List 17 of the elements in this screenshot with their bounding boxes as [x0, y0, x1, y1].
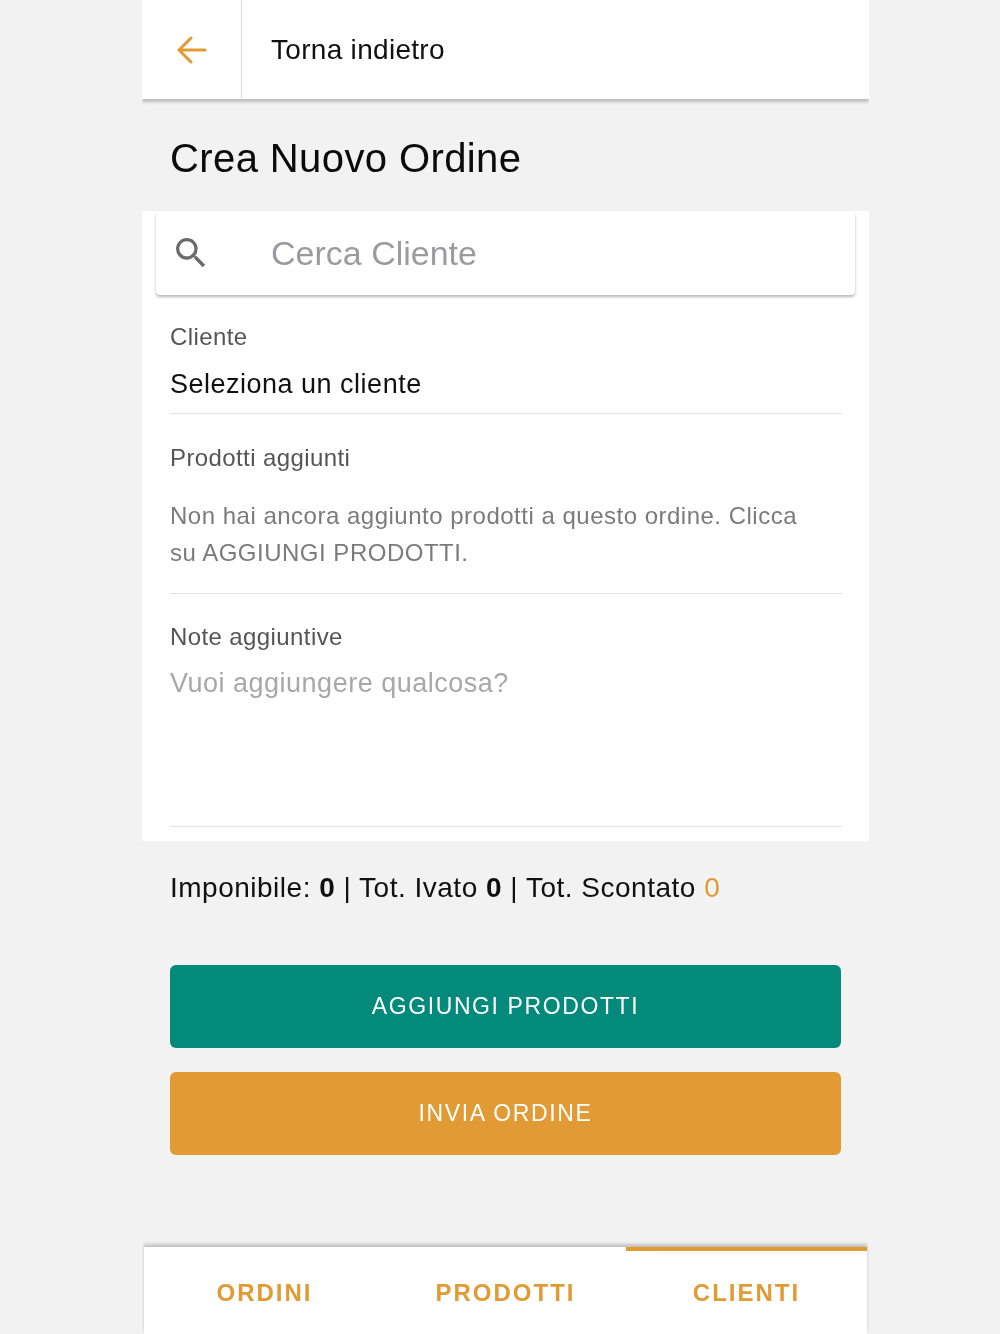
empty-products-message: Non hai ancora aggiunto prodotti a questo ordine. Clicca su AGGIUNGI PRODOTTI. — [170, 501, 799, 568]
back-label: Torna indietro — [271, 33, 445, 66]
search-icon — [176, 238, 206, 268]
action-button[interactable]: AGGIUNGI PRODOTTI — [170, 965, 841, 1048]
nav-tab[interactable]: CLIENTI — [626, 1247, 867, 1334]
products-label: Prodotti aggiunti — [170, 444, 351, 472]
action-button[interactable]: INVIA ORDINE — [170, 1072, 841, 1155]
back-arrow-icon — [176, 35, 207, 64]
nav-tab[interactable]: ORDINI — [144, 1247, 385, 1334]
client-label: Cliente — [170, 323, 248, 351]
totals-summary: Imponibile: 0 | Tot. Ivato 0 | Tot. Scontato 0 — [170, 873, 721, 903]
back-button[interactable] — [142, 0, 242, 99]
client-select[interactable]: Seleziona un cliente — [170, 369, 422, 399]
page-title: Crea Nuovo Ordine — [169, 135, 523, 182]
notes-label: Note aggiuntive — [170, 623, 343, 651]
nav-tab[interactable]: PRODOTTI — [385, 1247, 626, 1334]
search-input[interactable]: Cerca Cliente — [271, 211, 855, 295]
